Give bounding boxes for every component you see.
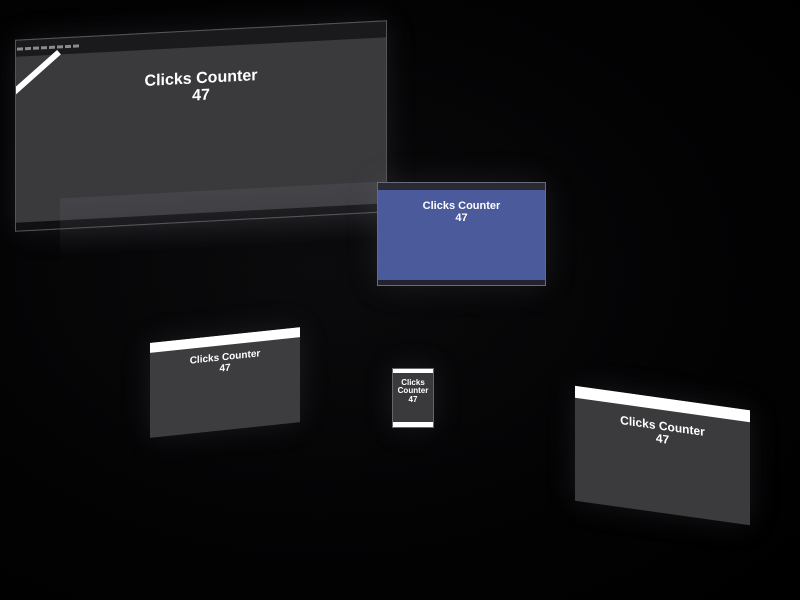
bottom-stripe xyxy=(393,422,433,427)
counter-heading: Clicks Counter xyxy=(422,200,501,212)
toolbar-tab-icon xyxy=(73,44,79,48)
counter-heading: Clicks Counter xyxy=(397,378,429,396)
counter-display: Clicks Counter 47 xyxy=(16,61,386,114)
toolbar-tab-icon xyxy=(57,45,63,49)
toolbar-tab-icon xyxy=(33,46,39,51)
browser-toolbar xyxy=(378,183,545,190)
photo-scene: Clicks Counter 47 Clicks Counter 47 Clic… xyxy=(0,0,800,600)
counter-display: Clicks Counter 47 xyxy=(378,200,545,224)
toolbar-tab-icon xyxy=(17,47,23,51)
toolbar-tab-icon xyxy=(25,47,31,51)
toolbar-tab-icon xyxy=(65,45,71,49)
counter-display: Clicks Counter 47 xyxy=(150,345,300,382)
top-stripe xyxy=(393,369,433,373)
toolbar-tab-icon xyxy=(49,45,55,50)
counter-value: 47 xyxy=(408,394,418,404)
taskbar xyxy=(378,280,545,285)
counter-display: Clicks Counter 47 xyxy=(393,378,433,404)
browser-toolbar xyxy=(16,21,386,57)
laptop-screen: Clicks Counter 47 xyxy=(377,182,546,286)
tablet-left-screen: Clicks Counter 47 xyxy=(150,327,300,438)
toolbar-tab-icon xyxy=(41,46,47,50)
phone-screen: Clicks Counter 47 xyxy=(392,368,434,428)
tablet-right-screen: Clicks Counter 47 xyxy=(575,385,750,526)
counter-value: 47 xyxy=(455,211,468,224)
